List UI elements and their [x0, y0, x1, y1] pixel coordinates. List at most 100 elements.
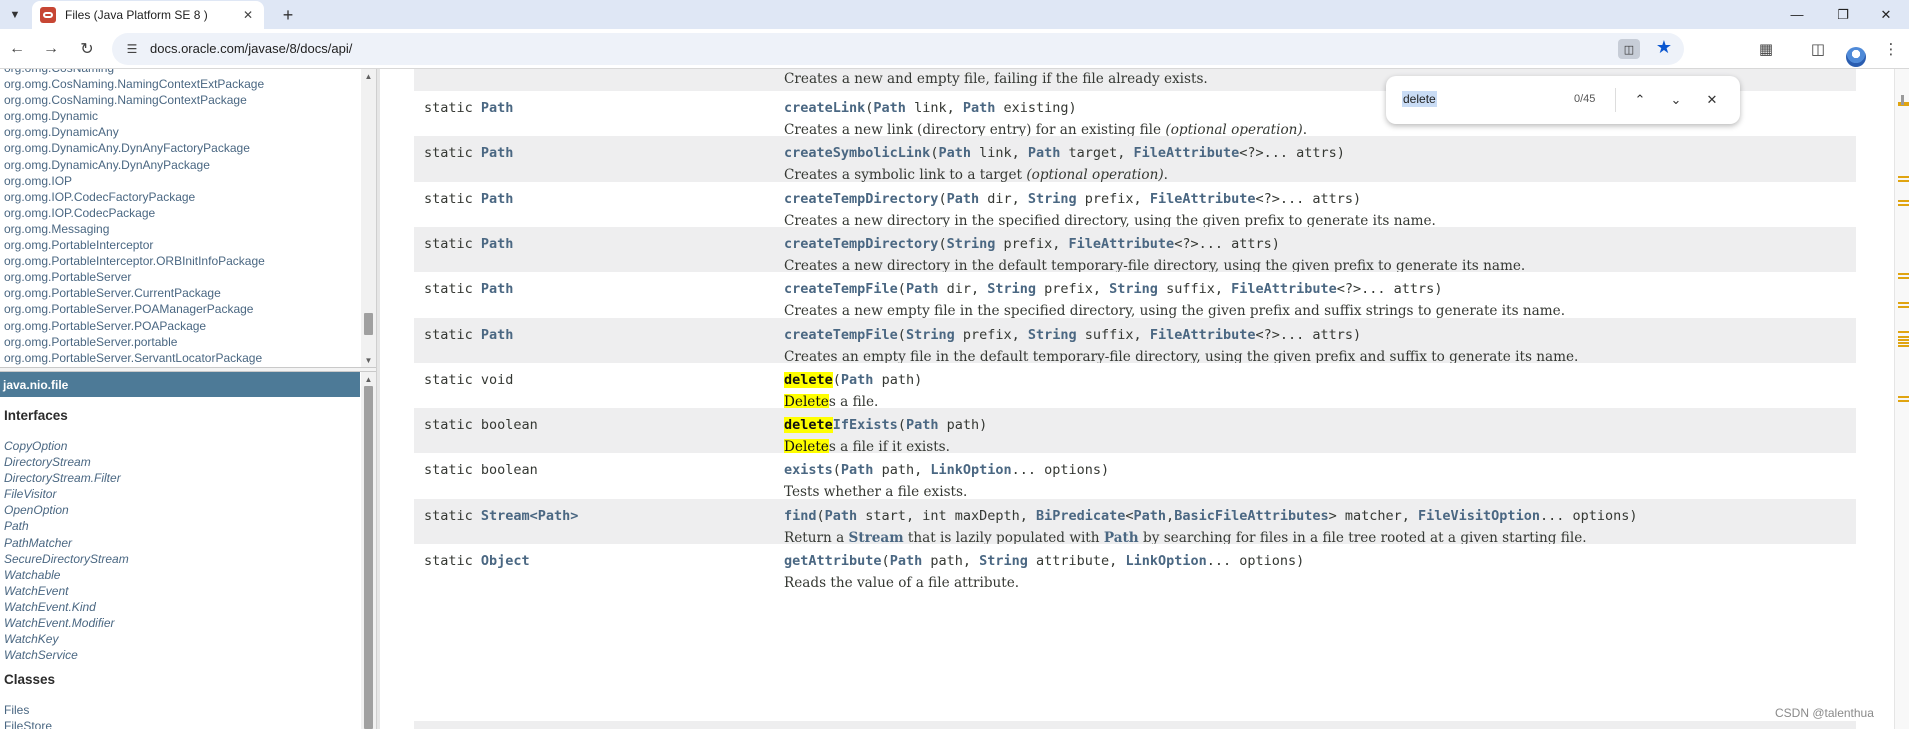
scroll-thumb[interactable] [364, 313, 373, 335]
type-link[interactable]: Path [890, 553, 923, 569]
package-link[interactable]: org.omg.PortableInterceptor [4, 237, 265, 253]
package-title[interactable]: java.nio.file [0, 372, 360, 397]
scroll-thumb[interactable] [1901, 95, 1904, 105]
package-link[interactable]: org.omg.PortableServer.CurrentPackage [4, 285, 265, 301]
package-link[interactable]: org.omg.PortableInterceptor.ORBInitInfoP… [4, 253, 265, 269]
method-name-link[interactable]: getAttribute [784, 553, 882, 569]
type-link[interactable]: String [1028, 327, 1077, 343]
interface-link[interactable]: FileVisitor [4, 486, 129, 502]
method-name-link[interactable]: createTempFile [784, 327, 898, 343]
type-link[interactable]: Path [906, 281, 939, 297]
interface-link[interactable]: WatchEvent.Kind [4, 599, 129, 615]
package-link[interactable]: org.omg.PortableServer.portable [4, 334, 265, 350]
back-arrow-icon[interactable]: ← [5, 37, 29, 61]
forward-arrow-icon[interactable]: → [39, 37, 63, 61]
type-link[interactable]: Path [841, 372, 874, 388]
google-lens-icon[interactable]: ◫ [1618, 39, 1640, 59]
package-link[interactable]: org.omg.DynamicAny [4, 124, 265, 140]
type-link[interactable]: FileAttribute [1134, 145, 1240, 161]
scroll-thumb[interactable] [364, 386, 373, 729]
type-link[interactable]: LinkOption [930, 462, 1011, 478]
interface-link[interactable]: DirectoryStream [4, 454, 129, 470]
close-icon[interactable]: ✕ [1700, 88, 1724, 112]
interface-link[interactable]: Path [4, 518, 129, 534]
type-link[interactable]: Path [1134, 508, 1167, 524]
classes-scrollbar[interactable]: ▲ [361, 372, 376, 729]
page-scrollbar[interactable] [1894, 69, 1909, 729]
type-link[interactable]: Path [906, 417, 939, 433]
package-link[interactable]: org.omg.PortableServer.ServantLocatorPac… [4, 350, 265, 366]
method-name-link[interactable]: exists [784, 462, 833, 478]
return-type-link[interactable]: Path [481, 236, 514, 252]
type-link[interactable]: String [1028, 191, 1077, 207]
restore-icon[interactable]: ❐ [1820, 0, 1866, 29]
package-link[interactable]: org.omg.IOP.CodecPackage [4, 205, 265, 221]
interface-link[interactable]: CopyOption [4, 438, 129, 454]
plus-icon[interactable]: + [276, 3, 300, 27]
type-link[interactable]: Path [1028, 145, 1061, 161]
type-link[interactable]: String [947, 236, 996, 252]
package-link[interactable]: org.omg.PortableServer.POAManagerPackage [4, 301, 265, 317]
class-link[interactable]: FileStore [4, 718, 52, 729]
type-link[interactable]: Path [947, 191, 980, 207]
star-filled-icon[interactable]: ★ [1656, 37, 1672, 58]
package-link[interactable]: org.omg.Dynamic [4, 108, 265, 124]
package-link[interactable]: org.omg.CosNaming.NamingContextPackage [4, 92, 265, 108]
return-type-link[interactable]: Path [481, 100, 514, 116]
package-link[interactable]: org.omg.PortableServer.POAPackage [4, 318, 265, 334]
scroll-down-icon[interactable]: ▼ [361, 353, 376, 367]
type-link[interactable]: FileAttribute [1069, 236, 1175, 252]
method-name-link-highlight[interactable]: delete [784, 371, 833, 388]
type-link[interactable]: String [979, 553, 1028, 569]
type-link[interactable]: Path [963, 100, 996, 116]
type-link[interactable]: Path [825, 508, 858, 524]
method-name-link[interactable]: find [784, 508, 817, 524]
tune-icon[interactable]: ☰ [124, 41, 140, 57]
return-type-link[interactable]: Path [481, 191, 514, 207]
minimize-icon[interactable]: — [1774, 0, 1820, 29]
return-type-link[interactable]: Path [481, 327, 514, 343]
address-bar[interactable]: ☰ docs.oracle.com/javase/8/docs/api/ ◫ ★ [112, 33, 1684, 65]
type-link[interactable]: BasicFileAttributes [1174, 508, 1328, 524]
type-link[interactable]: FileVisitOption [1418, 508, 1540, 524]
method-name-link[interactable]: createTempDirectory [784, 191, 938, 207]
interface-link[interactable]: Watchable [4, 567, 129, 583]
package-link[interactable]: org.omg.IOP.CodecFactoryPackage [4, 189, 265, 205]
package-link[interactable]: org.omg.DynamicAny.DynAnyPackage [4, 157, 265, 173]
package-link[interactable]: org.omg.CosNaming.NamingContextExtPackag… [4, 76, 265, 92]
interface-link[interactable]: WatchService [4, 647, 129, 663]
return-type-link[interactable]: Object [481, 553, 530, 569]
interface-link[interactable]: SecureDirectoryStream [4, 551, 129, 567]
method-name-link[interactable]: IfExists [833, 417, 898, 433]
return-type-link[interactable]: Path [481, 145, 514, 161]
type-link[interactable]: FileAttribute [1150, 191, 1256, 207]
interface-link[interactable]: OpenOption [4, 502, 129, 518]
scroll-up-icon[interactable]: ▲ [361, 69, 376, 83]
class-link[interactable]: Files [4, 702, 52, 718]
type-link[interactable]: LinkOption [1125, 553, 1206, 569]
type-link[interactable]: Path [938, 145, 971, 161]
interface-link[interactable]: PathMatcher [4, 535, 129, 551]
url-text[interactable]: docs.oracle.com/javase/8/docs/api/ [150, 41, 352, 56]
method-name-link[interactable]: createTempDirectory [784, 236, 938, 252]
package-link[interactable]: org.omg.IOP [4, 173, 265, 189]
package-link[interactable]: org.omg.DynamicAny.DynAnyFactoryPackage [4, 140, 265, 156]
type-link[interactable]: FileAttribute [1150, 327, 1256, 343]
interface-link[interactable]: WatchKey [4, 631, 129, 647]
active-tab[interactable]: Files (Java Platform SE 8 ) ✕ [32, 1, 264, 29]
package-link[interactable]: org.omg.Messaging [4, 221, 265, 237]
puzzle-icon[interactable]: ▦ [1755, 38, 1777, 60]
type-link[interactable]: BiPredicate [1036, 508, 1125, 524]
type-link[interactable]: String [1109, 281, 1158, 297]
interface-link[interactable]: DirectoryStream.Filter [4, 470, 129, 486]
interface-link[interactable]: WatchEvent [4, 583, 129, 599]
return-type-link[interactable]: Stream<Path> [481, 508, 579, 524]
chevron-up-icon[interactable]: ⌃ [1628, 88, 1652, 112]
close-icon[interactable]: ✕ [238, 5, 258, 25]
method-name-link[interactable]: createSymbolicLink [784, 145, 930, 161]
side-panel-icon[interactable]: ◫ [1807, 38, 1829, 60]
chevron-down-icon[interactable]: ⌄ [1664, 88, 1688, 112]
method-name-link[interactable]: createLink [784, 100, 865, 116]
type-link[interactable]: Path [873, 100, 906, 116]
chevron-down-icon[interactable]: ▼ [5, 5, 25, 25]
